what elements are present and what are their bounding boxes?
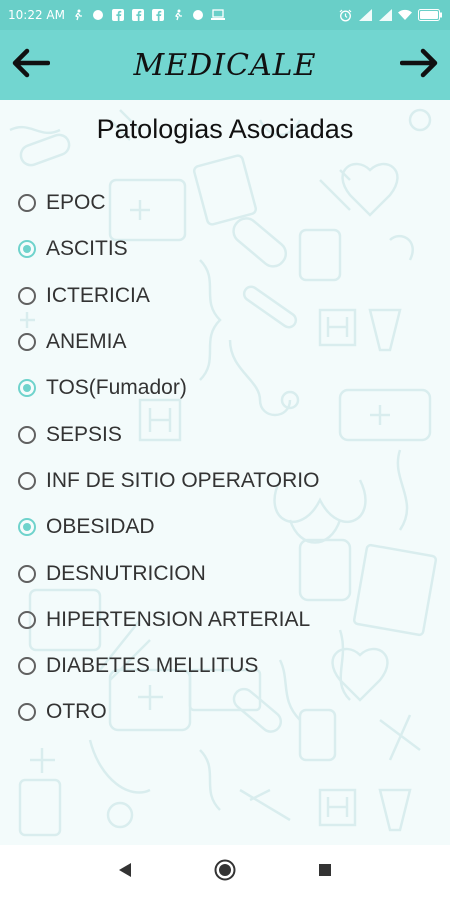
option-hipertension-arterial[interactable]: HIPERTENSION ARTERIAL	[18, 597, 438, 643]
system-back-button[interactable]	[110, 858, 140, 888]
alarm-icon	[338, 8, 352, 22]
status-bar: 10:22 AM	[0, 0, 450, 30]
radio-button[interactable]	[18, 286, 36, 305]
walk-icon	[71, 8, 85, 22]
content-area: Patologias Asociadas EPOC ASCITIS ICTERI…	[0, 100, 450, 845]
app-title: MEDICALE	[133, 47, 317, 83]
radio-button[interactable]	[18, 518, 36, 537]
section-title: Patologias Asociadas	[96, 114, 354, 144]
option-desnutricion[interactable]: DESNUTRICION	[18, 550, 438, 596]
back-triangle-icon	[118, 862, 132, 883]
option-obesidad[interactable]: OBESIDAD	[18, 504, 438, 550]
facebook-icon	[151, 8, 165, 22]
option-diabetes-mellitus[interactable]: DIABETES MELLITUS	[18, 643, 438, 689]
system-nav-bar	[0, 845, 450, 900]
option-label: DESNUTRICION	[46, 561, 206, 585]
arrow-right-icon	[399, 48, 440, 83]
option-label: SEPSIS	[46, 422, 122, 446]
option-label: DIABETES MELLITUS	[46, 654, 259, 678]
arrow-left-icon	[10, 48, 51, 83]
radio-button[interactable]	[18, 703, 36, 722]
wifi-icon	[398, 8, 412, 22]
signal-icon	[358, 8, 372, 22]
option-label: TOS(Fumador)	[46, 376, 187, 400]
forward-button[interactable]	[390, 30, 450, 100]
option-ascitis[interactable]: ASCITIS	[18, 226, 438, 272]
facebook-icon	[111, 8, 125, 22]
signal-icon	[378, 8, 392, 22]
laptop-icon	[210, 8, 225, 22]
option-ictericia[interactable]: ICTERICIA	[18, 273, 438, 319]
walk-icon	[171, 8, 185, 22]
radio-button[interactable]	[18, 194, 36, 213]
option-label: OTRO	[46, 700, 107, 724]
status-left: 10:22 AM	[8, 8, 225, 22]
option-otro[interactable]: OTRO	[18, 689, 438, 735]
radio-button[interactable]	[18, 333, 36, 352]
radio-button[interactable]	[18, 610, 36, 629]
app-bar: MEDICALE	[0, 30, 450, 100]
option-label: ANEMIA	[46, 330, 127, 354]
back-button[interactable]	[0, 30, 60, 100]
radio-button[interactable]	[18, 240, 36, 259]
recents-square-icon	[318, 863, 332, 882]
option-inf-sitio-operatorio[interactable]: INF DE SITIO OPERATORIO	[18, 458, 438, 504]
option-label: OBESIDAD	[46, 515, 155, 539]
radio-button[interactable]	[18, 657, 36, 676]
system-home-button[interactable]	[210, 858, 240, 888]
record-icon	[191, 8, 205, 22]
option-tos-fumador[interactable]: TOS(Fumador)	[18, 365, 438, 411]
system-recents-button[interactable]	[310, 858, 340, 888]
radio-button[interactable]	[18, 564, 36, 583]
option-epoc[interactable]: EPOC	[18, 180, 438, 226]
radio-button[interactable]	[18, 471, 36, 490]
option-anemia[interactable]: ANEMIA	[18, 319, 438, 365]
pathology-radio-list: EPOC ASCITIS ICTERICIA ANEMIA TOS(Fumado…	[18, 180, 438, 736]
option-label: INF DE SITIO OPERATORIO	[46, 468, 320, 492]
status-right	[338, 8, 442, 22]
option-label: HIPERTENSION ARTERIAL	[46, 607, 311, 631]
record-icon	[91, 8, 105, 22]
facebook-icon	[131, 8, 145, 22]
option-label: ASCITIS	[46, 237, 128, 261]
home-circle-icon	[214, 859, 236, 886]
status-time: 10:22 AM	[8, 8, 65, 22]
option-sepsis[interactable]: SEPSIS	[18, 411, 438, 457]
radio-button[interactable]	[18, 379, 36, 398]
option-label: ICTERICIA	[46, 283, 150, 307]
battery-icon	[418, 8, 442, 22]
radio-button[interactable]	[18, 425, 36, 444]
option-label: EPOC	[46, 191, 106, 215]
